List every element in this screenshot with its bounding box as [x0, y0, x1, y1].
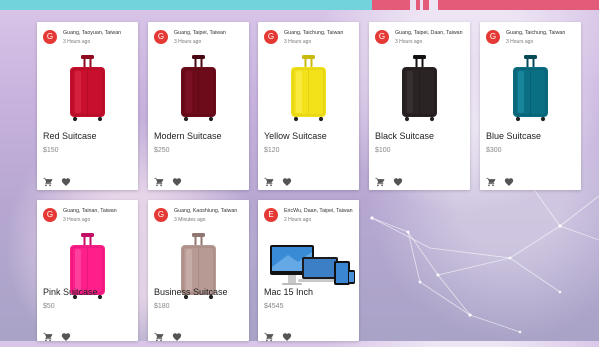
product-title[interactable]: Yellow Suitcase — [264, 131, 327, 141]
product-image[interactable] — [148, 49, 249, 129]
post-time: 2 Hours ago — [284, 217, 312, 223]
heart-icon[interactable] — [393, 174, 403, 186]
product-card[interactable]: G Guang, Taipei, Taiwan 3 Hours ago Mode… — [148, 22, 249, 190]
product-card[interactable]: G Guang, Taichung, Taiwan 3 Hours ago Bl… — [480, 22, 581, 190]
heart-icon[interactable] — [61, 174, 71, 186]
product-card[interactable]: G Guang, Taipei, Daan, Taiwan 3 Hours ag… — [369, 22, 470, 190]
post-time: 3 Hours ago — [174, 39, 202, 45]
product-image[interactable] — [480, 49, 581, 129]
product-price: $120 — [264, 147, 280, 154]
avatar: E — [264, 208, 278, 222]
cart-icon[interactable] — [154, 329, 164, 342]
product-image[interactable] — [258, 49, 359, 129]
top-accent-bar — [0, 0, 599, 10]
product-price: $300 — [486, 147, 502, 154]
heart-icon[interactable] — [282, 174, 292, 186]
product-title[interactable]: Red Suitcase — [43, 131, 97, 141]
cart-icon[interactable] — [486, 174, 496, 187]
product-title[interactable]: Blue Suitcase — [486, 131, 541, 141]
product-card[interactable]: G Guang, Kaoshiung, Taiwan 3 Minutes ago… — [148, 200, 249, 342]
seller-location: Guang, Kaoshiung, Taiwan — [174, 208, 238, 214]
product-price: $100 — [375, 147, 391, 154]
product-card[interactable]: G Guang, Taichung, Taiwan 3 Hours ago Ye… — [258, 22, 359, 190]
post-time: 3 Minutes ago — [174, 217, 206, 223]
product-price: $250 — [154, 147, 170, 154]
heart-icon[interactable] — [282, 329, 292, 341]
avatar: G — [43, 30, 57, 44]
post-time: 3 Hours ago — [395, 39, 423, 45]
product-card[interactable]: G Guang, Taoyuan, Taiwan 3 Hours ago Red… — [37, 22, 138, 190]
post-time: 3 Hours ago — [284, 39, 312, 45]
seller-location: Guang, Tainan, Taiwan — [63, 208, 117, 214]
product-price: $4545 — [264, 303, 284, 310]
product-price: $50 — [43, 303, 55, 310]
heart-icon[interactable] — [172, 174, 182, 186]
avatar: G — [154, 208, 168, 222]
cart-icon[interactable] — [264, 329, 274, 342]
avatar: G — [43, 208, 57, 222]
seller-location: Guang, Taichung, Taiwan — [506, 30, 566, 36]
product-title[interactable]: Modern Suitcase — [154, 131, 222, 141]
post-time: 3 Hours ago — [63, 39, 91, 45]
cart-icon[interactable] — [154, 174, 164, 187]
avatar: G — [264, 30, 278, 44]
seller-location: Guang, Taoyuan, Taiwan — [63, 30, 122, 36]
heart-icon[interactable] — [504, 174, 514, 186]
product-image[interactable] — [369, 49, 470, 129]
product-title[interactable]: Black Suitcase — [375, 131, 434, 141]
cart-icon[interactable] — [264, 174, 274, 187]
heart-icon[interactable] — [172, 329, 182, 341]
seller-location: Guang, Taipei, Taiwan — [174, 30, 226, 36]
post-time: 3 Hours ago — [506, 39, 534, 45]
seller-location: EricWu, Daan, Taipei, Taiwan — [284, 208, 353, 214]
post-time: 3 Hours ago — [63, 217, 91, 223]
heart-icon[interactable] — [61, 329, 71, 341]
product-title[interactable]: Pink Suitcase — [43, 287, 98, 297]
cart-icon[interactable] — [43, 329, 53, 342]
product-card[interactable]: G Guang, Tainan, Taiwan 3 Hours ago Pink… — [37, 200, 138, 342]
product-price: $180 — [154, 303, 170, 310]
seller-location: Guang, Taipei, Daan, Taiwan — [395, 30, 463, 36]
product-title[interactable]: Mac 15 Inch — [264, 287, 313, 297]
product-image[interactable] — [37, 49, 138, 129]
avatar: G — [154, 30, 168, 44]
avatar: G — [375, 30, 389, 44]
seller-location: Guang, Taichung, Taiwan — [284, 30, 344, 36]
product-card[interactable]: E EricWu, Daan, Taipei, Taiwan 2 Hours a… — [258, 200, 359, 342]
avatar: G — [486, 30, 500, 44]
cart-icon[interactable] — [43, 174, 53, 187]
cart-icon[interactable] — [375, 174, 385, 187]
product-title[interactable]: Business Suitcase — [154, 287, 228, 297]
product-price: $150 — [43, 147, 59, 154]
